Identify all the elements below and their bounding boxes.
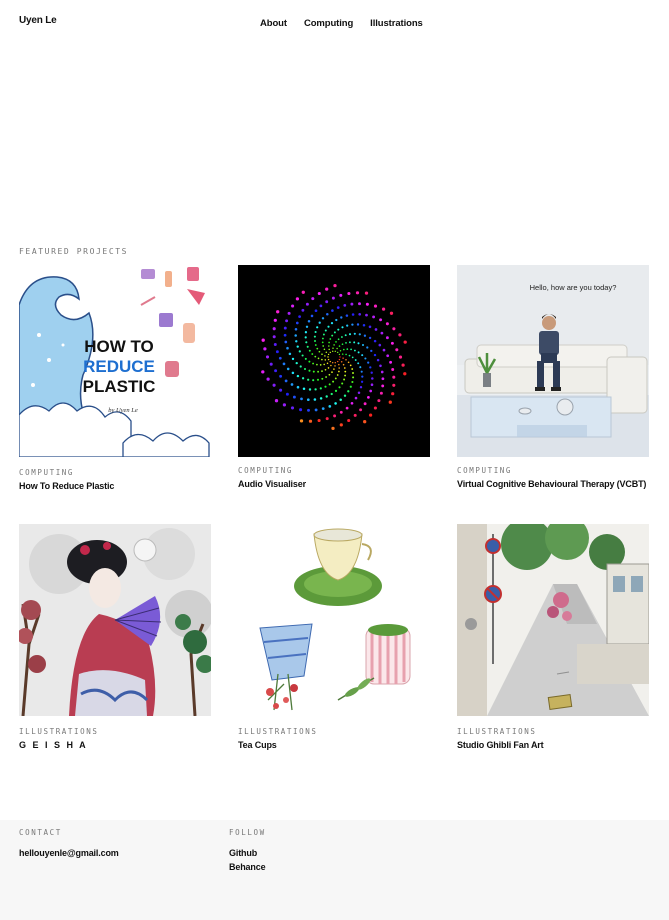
thumb-title-line-2: REDUCE [83, 357, 155, 376]
nav-computing[interactable]: Computing [304, 18, 353, 29]
follow-label: FOLLOW [229, 828, 266, 837]
project-category: COMPUTING [238, 466, 294, 475]
main-nav: About Computing Illustrations [260, 18, 423, 29]
thumb-title-line-1: HOW TO [84, 337, 154, 356]
contact-label: CONTACT [19, 828, 62, 837]
project-category: ILLUSTRATIONS [238, 727, 318, 736]
site-name[interactable]: Uyen Le [19, 15, 57, 26]
project-thumbnail-ghibli[interactable] [457, 524, 649, 716]
nav-illustrations[interactable]: Illustrations [370, 18, 423, 29]
behance-link[interactable]: Behance [229, 862, 266, 872]
project-thumbnail-geisha[interactable] [19, 524, 211, 716]
project-category: ILLUSTRATIONS [19, 727, 99, 736]
github-link[interactable]: Github [229, 848, 257, 858]
email-link[interactable]: hellouyenle@gmail.com [19, 848, 119, 858]
nav-about[interactable]: About [260, 18, 287, 29]
project-thumbnail-audio-visualiser[interactable] [238, 265, 430, 457]
project-thumbnail-vcbt[interactable]: Hello, how are you today? [457, 265, 649, 457]
speech-text: Hello, how are you today? [530, 283, 617, 292]
section-label: FEATURED PROJECTS [19, 247, 129, 256]
project-thumbnail-plastic[interactable]: HOW TO REDUCE PLASTIC by Uyen Le [19, 265, 211, 457]
thumb-byline: by Uyen Le [108, 407, 138, 414]
project-title[interactable]: Studio Ghibli Fan Art [457, 741, 649, 750]
project-thumbnail-tea-cups[interactable] [238, 524, 430, 716]
project-title[interactable]: How To Reduce Plastic [19, 482, 211, 491]
project-title[interactable]: Tea Cups [238, 741, 430, 750]
project-title[interactable]: G E I S H A [19, 741, 211, 750]
footer: CONTACT hellouyenle@gmail.com FOLLOW Git… [0, 820, 669, 920]
project-title[interactable]: Audio Visualiser [238, 480, 430, 489]
project-category: ILLUSTRATIONS [457, 727, 537, 736]
project-title[interactable]: Virtual Cognitive Behavioural Therapy (V… [457, 480, 649, 489]
project-category: COMPUTING [457, 466, 513, 475]
project-category: COMPUTING [19, 468, 75, 477]
thumb-title-line-3: PLASTIC [83, 377, 156, 396]
